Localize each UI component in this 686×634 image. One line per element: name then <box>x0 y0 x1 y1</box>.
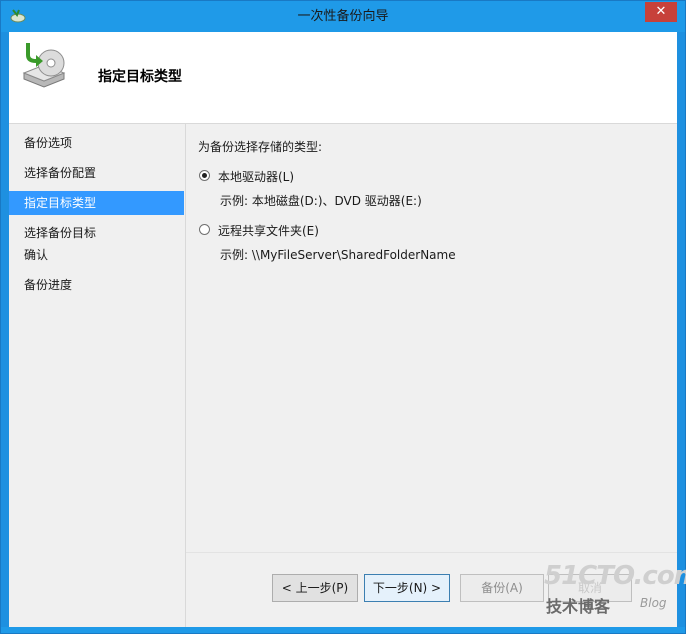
watermark-caption: 技术博客 <box>546 597 611 616</box>
page-title: 指定目标类型 <box>98 69 182 85</box>
local-drive-example: 示例: 本地磁盘(D:)、DVD 驱动器(E:) <box>220 194 422 208</box>
backup-button[interactable]: 备份(A) <box>460 574 544 602</box>
step-select-target[interactable]: 选择备份目标 <box>9 221 184 245</box>
backup-disk-icon <box>22 43 66 88</box>
step-select-config[interactable]: 选择备份配置 <box>9 161 184 185</box>
remote-share-radio[interactable] <box>199 224 210 235</box>
local-drive-label[interactable]: 本地驱动器(L) <box>218 168 294 185</box>
wizard-content: 为备份选择存储的类型: 本地驱动器(L) 示例: 本地磁盘(D:)、DVD 驱动… <box>186 124 677 552</box>
wizard-steps-sidebar: 备份选项 选择备份配置 指定目标类型 选择备份目标 确认 备份进度 <box>9 124 186 627</box>
remote-share-example: 示例: \\MyFileServer\SharedFolderName <box>220 248 456 262</box>
close-button[interactable]: ✕ <box>645 2 677 22</box>
next-button[interactable]: 下一步(N) > <box>364 574 450 602</box>
local-drive-radio[interactable] <box>199 170 210 181</box>
wizard-header: 指定目标类型 <box>9 32 677 124</box>
remote-share-label[interactable]: 远程共享文件夹(E) <box>218 222 319 239</box>
watermark: 51CTO.com 技术博客 Blog <box>544 561 686 619</box>
watermark-site: 51CTO.com <box>544 561 686 591</box>
step-progress[interactable]: 备份进度 <box>9 273 184 297</box>
wizard-client-area: 指定目标类型 备份选项 选择备份配置 指定目标类型 选择备份目标 确认 备份进度… <box>9 32 677 628</box>
wizard-window: 一次性备份向导 ✕ 指定目标类型 备份选项 选择备份配置 指定目标类型 选择备份… <box>0 0 686 634</box>
window-title: 一次性备份向导 <box>297 9 389 24</box>
storage-type-prompt: 为备份选择存储的类型: <box>198 140 323 154</box>
previous-button[interactable]: < 上一步(P) <box>272 574 358 602</box>
title-bar[interactable]: 一次性备份向导 ✕ <box>1 1 685 32</box>
radio-selected-dot <box>202 173 207 178</box>
step-backup-options[interactable]: 备份选项 <box>9 131 184 155</box>
window-bottom-border <box>1 627 685 633</box>
step-target-type[interactable]: 指定目标类型 <box>9 191 184 215</box>
watermark-blog: Blog <box>640 596 667 610</box>
step-confirm[interactable]: 确认 <box>9 243 184 267</box>
